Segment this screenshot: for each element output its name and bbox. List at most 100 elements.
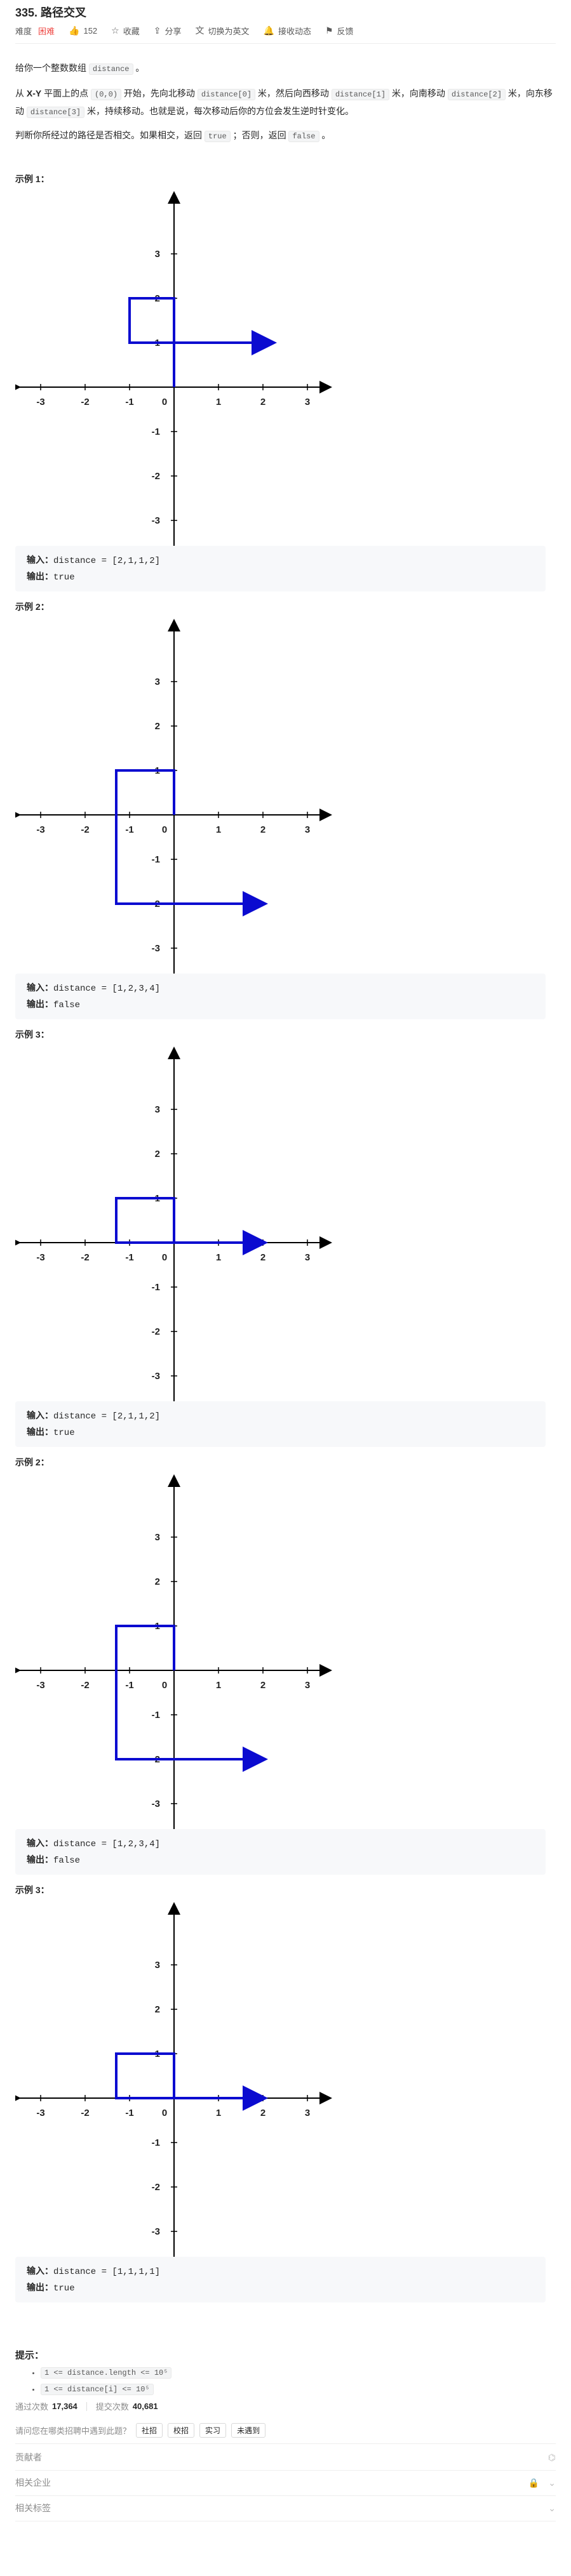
contributors-row[interactable]: 贡献者 ⌬ (15, 2445, 556, 2471)
y-tick-label: -1 (152, 1710, 160, 1721)
share-icon: ⇪ (153, 25, 161, 36)
output-value: true (53, 2283, 75, 2294)
companies-row[interactable]: 相关企业 🔒 ⌄ (15, 2470, 556, 2496)
example-title: 示例 2： (15, 1457, 50, 1467)
example-path-diagram: -3 -2 -1 0 1 2 3321-1-2-3 (15, 619, 332, 1012)
notify-label: 接收动态 (278, 26, 311, 36)
x-tick-label: 1 (216, 2108, 221, 2118)
inline-code: distance (88, 63, 133, 75)
input-label: 输入： (27, 555, 53, 565)
x-tick-label: 2 (260, 397, 265, 407)
example-io-block: 输入：distance = [1,2,3,4] 输出：false (15, 974, 546, 1019)
tag-social-hire[interactable]: 社招 (136, 2423, 163, 2438)
x-tick-label: -1 (125, 824, 133, 835)
share-label: 分享 (165, 26, 182, 36)
like-button[interactable]: 👍 152 (69, 25, 97, 36)
example-title: 示例 2： (15, 602, 50, 612)
inline-code: distance[1] (331, 89, 390, 100)
y-tick-label: -3 (152, 1371, 160, 1382)
y-tick-label: 3 (155, 249, 160, 260)
x-tick-label: -2 (81, 397, 89, 407)
input-label: 输入： (27, 1838, 53, 1848)
hints-list: 1 <= distance.length <= 10⁵ 1 <= distanc… (32, 2365, 172, 2398)
topics-row[interactable]: 相关标签 ⌄ (15, 2495, 556, 2521)
section-divider (15, 2443, 556, 2444)
tag-not-encountered[interactable]: 未遇到 (231, 2423, 266, 2438)
example-io-block: 输入：distance = [1,1,1,1] 输出：true (15, 2257, 546, 2302)
submitted-count: 40,681 (132, 2401, 158, 2411)
companies-label: 相关企业 (15, 2478, 51, 2488)
desc-text: 开始，先向北移动 (123, 88, 195, 98)
contributors-avatar-icon: ⌬ (547, 2452, 556, 2462)
submission-stats: 通过次数 17,364 提交次数 40,681 (15, 2400, 158, 2412)
contributors-label: 贡献者 (15, 2452, 42, 2462)
input-label: 输入： (27, 2266, 53, 2276)
example-io-block: 输入：distance = [2,1,1,2] 输出：true (15, 546, 546, 591)
x-tick-label: 1 (216, 397, 221, 407)
example-io-block: 输入：distance = [2,1,1,2] 输出：true (15, 1401, 546, 1447)
input-value: distance = [1,2,3,4] (53, 1839, 161, 1849)
x-tick-label: 0 (162, 397, 167, 407)
x-tick-label: -1 (125, 1252, 133, 1263)
x-tick-label: 2 (260, 1252, 265, 1263)
example-input-line: 输入：distance = [2,1,1,2] (27, 1408, 534, 1424)
example-io-block: 输入：distance = [1,2,3,4] 输出：false (15, 1829, 546, 1875)
input-value: distance = [2,1,1,2] (53, 556, 161, 566)
x-tick-label: -2 (81, 1252, 89, 1263)
desc-paragraph-1: 给你一个整数数组 distance 。 (15, 60, 555, 77)
y-tick-label: 2 (155, 1149, 160, 1159)
desc-paragraph-3: 判断你所经过的路径是否相交。如果相交，返回 true ；否则，返回 false … (15, 127, 555, 145)
output-label: 输出： (27, 999, 53, 1009)
problem-title: 335. 路径交叉 (15, 6, 87, 19)
favorite-button[interactable]: ☆ 收藏 (111, 25, 140, 37)
problem-meta-bar: 难度 困难 👍 152 ☆ 收藏 ⇪ 分享 文切换为英文 🔔 接收动态 ⚑ 反馈 (15, 24, 368, 37)
output-label: 输出： (27, 1427, 53, 1437)
share-button[interactable]: ⇪ 分享 (154, 25, 182, 37)
example-path-diagram: -3 -2 -1 0 1 2 3321-1-2-3 (15, 1474, 332, 1867)
output-label: 输出： (27, 571, 53, 581)
example-input-line: 输入：distance = [1,2,3,4] (27, 980, 534, 996)
x-tick-label: 1 (216, 1680, 221, 1691)
inline-code: false (288, 131, 319, 142)
y-tick-label: 3 (155, 1104, 160, 1115)
tag-internship[interactable]: 实习 (199, 2423, 227, 2438)
y-tick-label: -2 (152, 2182, 160, 2193)
x-tick-label: 3 (305, 2108, 310, 2118)
flag-icon: ⚑ (325, 25, 333, 36)
inline-code: distance[2] (447, 89, 506, 100)
hint-item: 1 <= distance[i] <= 10⁵ (41, 2381, 171, 2398)
hints-title: 提示： (15, 2350, 44, 2361)
output-label: 输出： (27, 2282, 53, 2292)
tag-campus-hire[interactable]: 校招 (168, 2423, 195, 2438)
x-tick-label: 3 (305, 824, 310, 835)
translate-button[interactable]: 文切换为英文 (196, 24, 250, 37)
desc-text: 从 (15, 88, 24, 98)
desc-text: ；否则，返回 (232, 130, 286, 140)
inline-code: distance[0] (197, 89, 256, 100)
desc-text: 米，持续移动。也就是说，每次移动后你的方位会发生逆时针变化。 (87, 106, 354, 116)
x-tick-label: -3 (36, 1680, 44, 1691)
submitted-label: 提交次数 (95, 2402, 129, 2412)
output-value: true (53, 572, 75, 583)
difficulty-label: 难度 (15, 26, 32, 36)
header-divider (15, 43, 556, 44)
y-tick-label: 3 (155, 677, 160, 687)
y-tick-label: -1 (152, 1282, 160, 1293)
x-tick-label: -3 (36, 2108, 44, 2118)
input-label: 输入： (27, 982, 53, 993)
interview-question: 请问您在哪类招聘中遇到此题？ (15, 2426, 131, 2436)
interview-survey: 请问您在哪类招聘中遇到此题？ 社招 校招 实习 未遇到 (15, 2423, 266, 2438)
topics-label: 相关标签 (15, 2503, 51, 2513)
example-title: 示例 1： (15, 174, 50, 184)
example-output-line: 输出：true (27, 1424, 534, 1441)
x-tick-label: -3 (36, 1252, 44, 1263)
inline-code: (0,0) (91, 89, 122, 100)
feedback-button[interactable]: ⚑ 反馈 (325, 25, 354, 37)
stats-separator (86, 2401, 87, 2411)
x-tick-label: -3 (36, 397, 44, 407)
example-output-line: 输出：false (27, 996, 534, 1013)
y-tick-label: -1 (152, 854, 160, 865)
y-tick-label: -3 (152, 2226, 160, 2237)
notify-button[interactable]: 🔔 接收动态 (264, 25, 311, 37)
y-tick-label: 2 (155, 2004, 160, 2015)
